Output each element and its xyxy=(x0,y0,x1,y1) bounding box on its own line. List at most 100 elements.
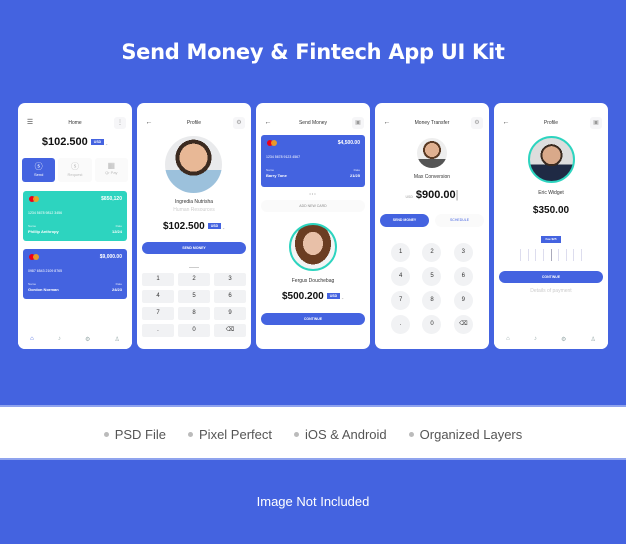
page-title: Send Money & Fintech App UI Kit xyxy=(121,40,505,64)
continue-button[interactable]: CONTINUE xyxy=(499,271,603,283)
tab-schedule[interactable]: SCHEDULE xyxy=(435,214,484,227)
menu-icon[interactable]: ☰ xyxy=(24,117,36,129)
back-arrow-icon[interactable]: ← xyxy=(143,117,155,129)
header-title: Send Money xyxy=(298,120,328,126)
card-date-label: Date xyxy=(115,224,122,228)
keypad: 1 2 3 4 5 6 7 8 9 . 0 ⌫ xyxy=(385,243,479,334)
footer-note: Image Not Included xyxy=(256,494,370,509)
key-5[interactable]: 5 xyxy=(178,290,210,303)
user-icon[interactable]: ♙ xyxy=(115,336,120,343)
send-label: Send xyxy=(33,172,44,177)
carousel-dots[interactable]: ••• xyxy=(256,191,370,196)
features-band: PSD File Pixel Perfect iOS & Android Org… xyxy=(0,405,626,460)
send-money-button[interactable]: SEND MONEY xyxy=(142,242,246,254)
more-icon[interactable]: ⋮ xyxy=(114,117,126,129)
key-1[interactable]: 1 xyxy=(391,243,411,262)
bell-icon[interactable]: ♪ xyxy=(58,336,61,342)
key-2[interactable]: 2 xyxy=(178,273,210,286)
screen-send-money: ← Send Money ▣ $4,500.00 1234 5678 9123 … xyxy=(256,103,370,349)
features-list: PSD File Pixel Perfect iOS & Android Org… xyxy=(0,427,626,442)
key-4[interactable]: 4 xyxy=(142,290,174,303)
card-holder: Gordon Norman xyxy=(28,287,59,292)
card-blue[interactable]: $4,500.00 1234 5678 9123 4567 Name Barry… xyxy=(261,135,365,187)
gear-icon[interactable]: ⚙ xyxy=(561,336,566,343)
backspace-icon[interactable]: ⌫ xyxy=(214,324,246,337)
back-arrow-icon[interactable]: ← xyxy=(500,117,512,129)
details-link[interactable]: Details of payment xyxy=(494,288,608,294)
bullet-icon xyxy=(103,432,109,437)
key-8[interactable]: 8 xyxy=(178,307,210,320)
header: ← Send Money ▣ xyxy=(256,117,370,129)
key-0[interactable]: 0 xyxy=(422,315,442,334)
send-button[interactable]: ⓢ Send xyxy=(22,158,56,182)
currency-badge[interactable]: USD xyxy=(326,293,341,300)
card-date-label: Date xyxy=(115,282,122,286)
header: ☰ Home ⋮ xyxy=(18,117,132,129)
fee-badge: Fee $25 xyxy=(541,236,561,243)
user-icon[interactable]: ♙ xyxy=(591,336,596,343)
gear-icon[interactable]: ⚙ xyxy=(233,117,245,129)
card-name-label: Name xyxy=(266,168,275,172)
balance: $102.500 USD ⌄ xyxy=(137,221,251,232)
amount-value[interactable]: $900.00 xyxy=(416,189,456,201)
bell-icon[interactable]: ♪ xyxy=(534,336,537,342)
card-teal[interactable]: $850,120 1234 5678 9812 3456 Name Philli… xyxy=(23,191,127,241)
key-4[interactable]: 4 xyxy=(391,267,411,286)
card-name-label: Name xyxy=(28,224,37,228)
screen-profile-keypad: ← Profile ⚙ Ingredia Nutrisha Human Reso… xyxy=(137,103,251,349)
currency-badge[interactable]: USD xyxy=(90,139,105,146)
amount-slider[interactable] xyxy=(520,249,582,261)
key-6[interactable]: 6 xyxy=(214,290,246,303)
tab-send-money[interactable]: SEND MONEY xyxy=(380,214,429,227)
avatar xyxy=(417,138,447,168)
avatar xyxy=(289,223,337,271)
balance-amount: $102.500 xyxy=(41,136,88,148)
balance-amount: $102.500 xyxy=(162,221,205,232)
key-3[interactable]: 3 xyxy=(453,243,473,262)
drag-handle[interactable] xyxy=(189,267,199,268)
continue-button[interactable]: CONTINUE xyxy=(261,313,365,325)
key-2[interactable]: 2 xyxy=(422,243,442,262)
card-number: 0987 6543 2109 8765 xyxy=(28,269,63,273)
chevron-down-icon[interactable]: ⌄ xyxy=(221,226,225,230)
back-arrow-icon[interactable]: ← xyxy=(262,117,274,129)
home-icon[interactable]: ⌂ xyxy=(30,336,34,342)
add-card-button[interactable]: ADD NEW CARD xyxy=(261,200,365,212)
card-date: 21/25 xyxy=(349,173,360,178)
key-dot[interactable]: . xyxy=(391,315,411,334)
request-button[interactable]: ⓢ Request xyxy=(58,158,92,182)
key-5[interactable]: 5 xyxy=(422,267,442,286)
currency-label: USD xyxy=(405,195,413,199)
card-blue[interactable]: $9,000.00 0987 6543 2109 8765 Name Gordo… xyxy=(23,249,127,299)
gear-icon[interactable]: ⚙ xyxy=(85,336,90,343)
key-0[interactable]: 0 xyxy=(178,324,210,337)
bottom-nav: ⌂ ♪ ⚙ ♙ xyxy=(18,329,132,349)
card-name-label: Name xyxy=(28,282,37,286)
calendar-icon[interactable]: ▣ xyxy=(590,117,602,129)
chevron-down-icon[interactable]: ⌄ xyxy=(340,296,344,300)
key-1[interactable]: 1 xyxy=(142,273,174,286)
calendar-icon[interactable]: ▣ xyxy=(352,117,364,129)
header: ← Money Transfer ⚙ xyxy=(375,117,489,129)
card-amount: $4,500.00 xyxy=(337,140,360,146)
backspace-icon[interactable]: ⌫ xyxy=(453,315,473,334)
key-9[interactable]: 9 xyxy=(214,307,246,320)
back-arrow-icon[interactable]: ← xyxy=(381,117,393,129)
dollar-icon: ⓢ xyxy=(70,162,79,171)
chevron-down-icon[interactable]: ⌄ xyxy=(104,142,108,146)
key-8[interactable]: 8 xyxy=(422,291,442,310)
keypad: 1 2 3 4 5 6 7 8 9 . 0 ⌫ xyxy=(142,273,246,337)
profile-name: Ingredia Nutrisha xyxy=(174,199,214,205)
key-7[interactable]: 7 xyxy=(391,291,411,310)
key-3[interactable]: 3 xyxy=(214,273,246,286)
header-title: Profile xyxy=(543,120,559,126)
bullet-icon xyxy=(188,432,194,437)
currency-badge[interactable]: USD xyxy=(207,223,222,230)
key-dot[interactable]: . xyxy=(142,324,174,337)
key-7[interactable]: 7 xyxy=(142,307,174,320)
gear-icon[interactable]: ⚙ xyxy=(471,117,483,129)
key-9[interactable]: 9 xyxy=(453,291,473,310)
qr-pay-button[interactable]: ▦ Qr Pay xyxy=(94,158,128,182)
key-6[interactable]: 6 xyxy=(453,267,473,286)
home-icon[interactable]: ⌂ xyxy=(506,336,510,342)
